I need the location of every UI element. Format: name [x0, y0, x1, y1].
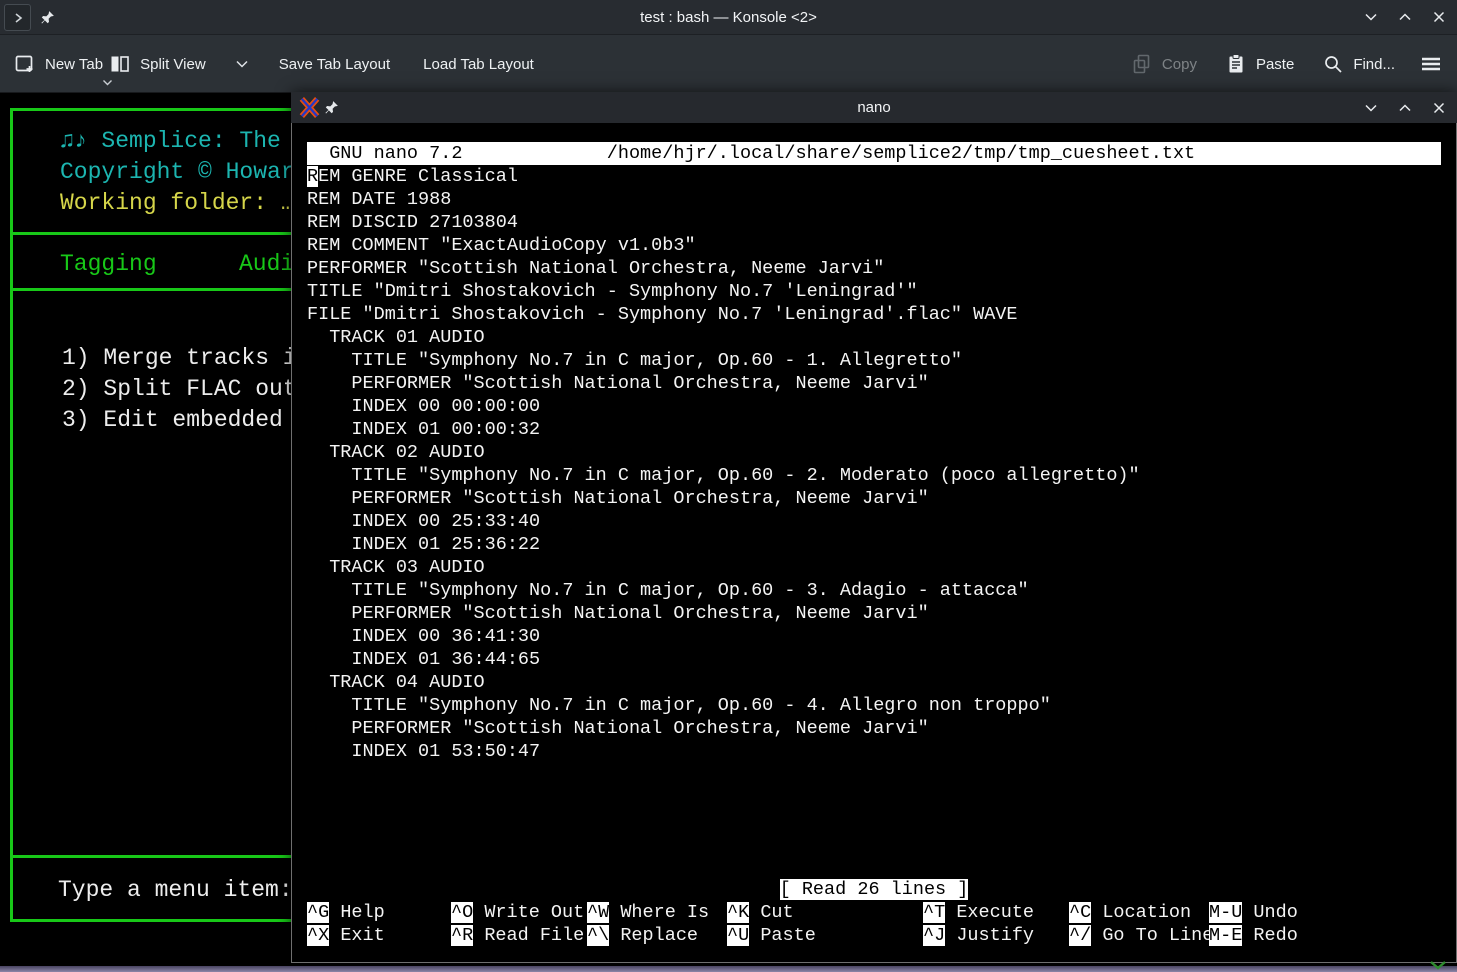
window-title: test : bash — Konsole <2>: [0, 0, 1457, 35]
nano-shortcut: ^R Read File: [451, 924, 584, 947]
semplice-tab-audio[interactable]: Audi: [239, 249, 294, 280]
nano-shortcut: ^O Write Out: [451, 901, 584, 924]
nano-window: nano GNU nano 7.2 /home/hjr/.local/share…: [291, 92, 1457, 963]
maximize-button[interactable]: [1395, 98, 1415, 118]
new-tab-icon: [14, 53, 36, 75]
chevron-up-icon: [1395, 98, 1415, 118]
chevron-down-icon: [1361, 98, 1381, 118]
nano-shortcut: ^G Help: [307, 901, 385, 924]
konsole-toolbar: New Tab Split View Save Tab Layout Load …: [0, 35, 1457, 93]
nano-shortcut: ^W Where Is: [587, 901, 709, 924]
close-icon: [1429, 98, 1449, 118]
semplice-menu-item[interactable]: 3) Edit embedded: [62, 405, 283, 436]
menu-button[interactable]: [1419, 53, 1443, 75]
load-tab-layout-label: Load Tab Layout: [423, 56, 534, 73]
copy-button[interactable]: Copy: [1131, 53, 1197, 75]
split-view-icon: [109, 53, 131, 75]
find-label: Find...: [1353, 56, 1395, 73]
nano-shortcut: ^J Justify: [923, 924, 1034, 947]
nano-status-message: [ Read 26 lines ]: [780, 879, 969, 900]
load-tab-layout-button[interactable]: Load Tab Layout: [423, 56, 534, 73]
semplice-title-line: ♫♪ Semplice: The: [60, 126, 281, 157]
nano-shortcut: ^X Exit: [307, 924, 385, 947]
nano-shortcut: ^C Location: [1069, 901, 1191, 924]
split-view-label: Split View: [140, 56, 206, 73]
bottom-panel-strip: [0, 966, 1457, 972]
chevron-down-icon: [1361, 7, 1381, 27]
nano-buffer[interactable]: REM GENRE Classical REM DATE 1988 REM DI…: [307, 165, 1140, 763]
nano-terminal[interactable]: GNU nano 7.2 /home/hjr/.local/share/semp…: [291, 123, 1457, 963]
save-tab-layout-button[interactable]: Save Tab Layout: [279, 56, 390, 73]
split-view-button[interactable]: Split View: [109, 53, 249, 75]
semplice-menu-item[interactable]: 2) Split FLAC out: [62, 374, 297, 405]
text-cursor: R: [307, 166, 318, 187]
close-button[interactable]: [1429, 98, 1449, 118]
search-icon: [1322, 53, 1344, 75]
nano-shortcut: ^T Execute: [923, 901, 1034, 924]
semplice-copyright-line: Copyright © Howar: [60, 157, 295, 188]
nano-shortcut: ^/ Go To Line: [1069, 924, 1213, 947]
copy-label: Copy: [1162, 56, 1197, 73]
close-icon: [1429, 7, 1449, 27]
new-tab-label: New Tab: [45, 56, 103, 73]
nano-shortcut: ^\ Replace: [587, 924, 698, 947]
nano-header-bar: GNU nano 7.2 /home/hjr/.local/share/semp…: [307, 142, 1441, 165]
maximize-button[interactable]: [1395, 7, 1415, 27]
chevron-down-icon: [102, 79, 113, 87]
close-button[interactable]: [1429, 7, 1449, 27]
nano-shortcut: M-U Undo: [1209, 901, 1298, 924]
chevron-down-icon: [235, 59, 249, 69]
nano-status: [ Read 26 lines ]: [292, 878, 1456, 901]
save-tab-layout-label: Save Tab Layout: [279, 56, 390, 73]
panel-chevron-icon: [1428, 960, 1448, 971]
semplice-tab-tagging[interactable]: Tagging: [60, 249, 157, 280]
copy-icon: [1131, 53, 1153, 75]
paste-icon: [1225, 53, 1247, 75]
nano-shortcut: M-E Redo: [1209, 924, 1298, 947]
minimize-button[interactable]: [1361, 7, 1381, 27]
konsole-titlebar[interactable]: test : bash — Konsole <2>: [0, 0, 1457, 35]
paste-label: Paste: [1256, 56, 1294, 73]
nano-shortcut: ^U Paste: [727, 924, 816, 947]
new-tab-button[interactable]: New Tab: [14, 53, 103, 75]
semplice-prompt[interactable]: Type a menu item:: [58, 875, 293, 906]
hamburger-icon: [1419, 53, 1443, 75]
screen: test : bash — Konsole <2> New Tab: [0, 0, 1457, 972]
minimize-button[interactable]: [1361, 98, 1381, 118]
find-button[interactable]: Find...: [1322, 53, 1395, 75]
semplice-working-folder-line: Working folder: …: [60, 188, 295, 219]
semplice-menu-item[interactable]: 1) Merge tracks i: [62, 343, 297, 374]
nano-titlebar[interactable]: nano: [291, 92, 1457, 123]
chevron-up-icon: [1395, 7, 1415, 27]
nano-window-title: nano: [291, 92, 1457, 123]
nano-shortcut: ^K Cut: [727, 901, 794, 924]
paste-button[interactable]: Paste: [1225, 53, 1294, 75]
